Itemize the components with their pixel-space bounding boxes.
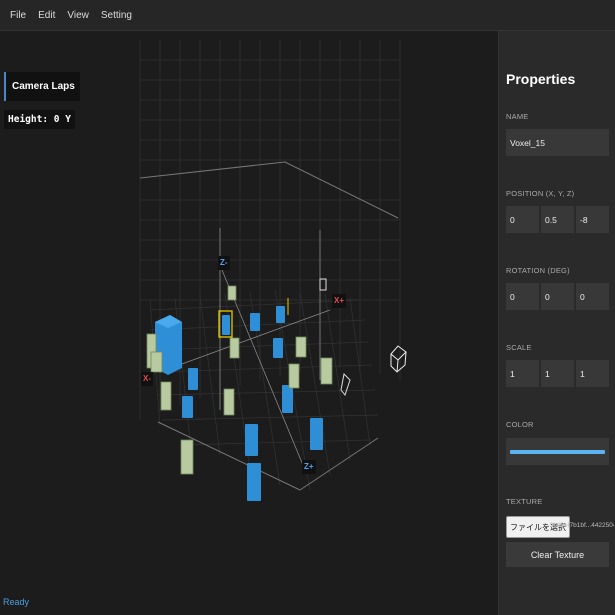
scale-y-field[interactable]: 1: [541, 360, 574, 387]
3d-viewport[interactable]: Camera Laps Height: 0 Y Z- Z+ X- X+ Read…: [0, 31, 498, 615]
status-text: Ready: [3, 597, 30, 607]
position-label: POSITION (X, Y, Z): [506, 189, 575, 198]
menu-file[interactable]: File: [4, 10, 32, 21]
height-indicator: Height: 0 Y: [4, 110, 75, 129]
orientation-cube-icon[interactable]: [390, 345, 407, 373]
texture-label: TEXTURE: [506, 497, 543, 506]
menu-edit[interactable]: Edit: [32, 10, 61, 21]
properties-panel: Properties NAME Voxel_15 POSITION (X, Y,…: [498, 31, 615, 615]
position-y-field[interactable]: 0.5: [541, 206, 574, 233]
clear-texture-button[interactable]: Clear Texture: [506, 542, 609, 567]
light-helper: [319, 278, 327, 291]
menu-setting[interactable]: Setting: [95, 10, 138, 21]
color-swatch: [510, 449, 605, 454]
rotation-x-field[interactable]: 0: [506, 283, 539, 310]
scale-label: SCALE: [506, 343, 532, 352]
camera-helper: [340, 372, 351, 397]
rotation-z-field[interactable]: 0: [576, 283, 609, 310]
x-plus-label: X+: [332, 294, 347, 308]
rotation-y-field[interactable]: 0: [541, 283, 574, 310]
position-z-field[interactable]: -8: [576, 206, 609, 233]
scale-x-field[interactable]: 1: [506, 360, 539, 387]
position-x-field[interactable]: 0: [506, 206, 539, 233]
rotation-label: ROTATION (DEG): [506, 266, 570, 275]
color-picker[interactable]: [506, 438, 609, 465]
panel-title: Properties: [506, 71, 576, 87]
menu-view[interactable]: View: [61, 10, 95, 21]
scale-z-field[interactable]: 1: [576, 360, 609, 387]
z-plus-label: Z+: [302, 460, 316, 474]
voxels-textured[interactable]: [146, 285, 333, 475]
scene-grid: [139, 40, 401, 491]
color-label: COLOR: [506, 420, 534, 429]
name-label: NAME: [506, 112, 529, 121]
z-minus-label: Z-: [218, 256, 230, 270]
camera-laps-button[interactable]: Camera Laps: [4, 72, 80, 101]
name-field[interactable]: Voxel_15: [506, 129, 609, 156]
texture-file-name: 9cd9ef7b1bf...4422504.jpg: [550, 522, 614, 529]
x-minus-label: X-: [141, 372, 153, 386]
menu-bar: File Edit View Setting: [0, 0, 615, 31]
